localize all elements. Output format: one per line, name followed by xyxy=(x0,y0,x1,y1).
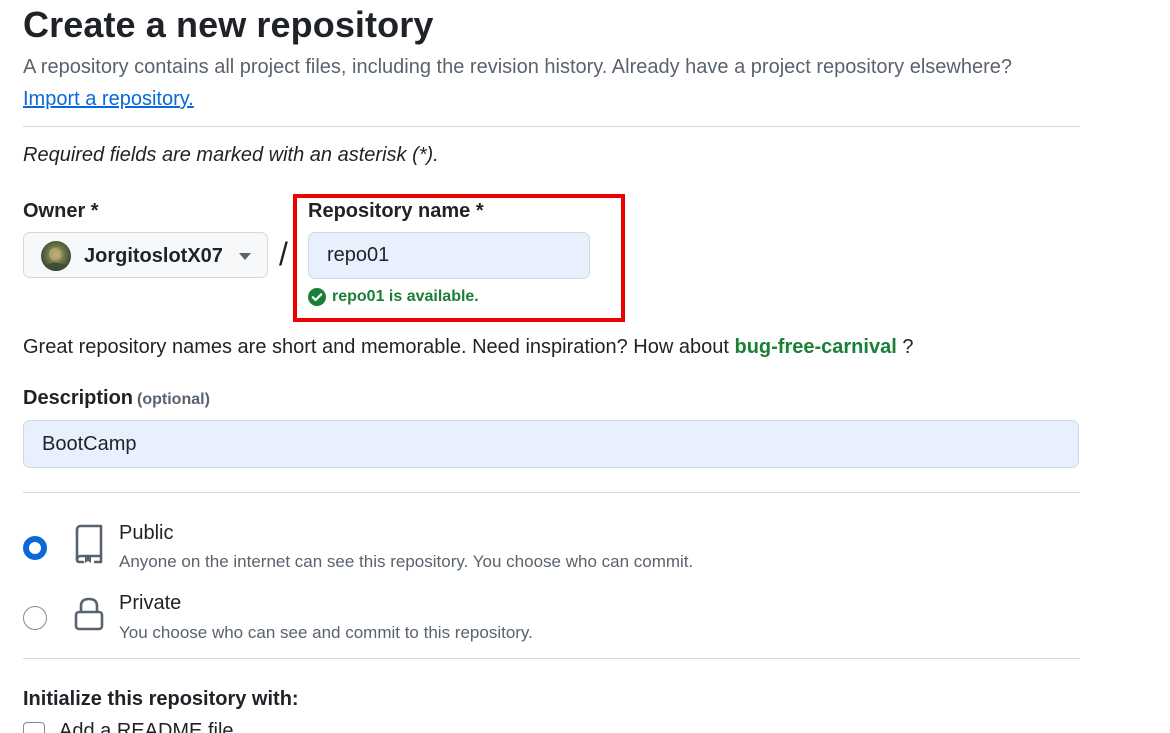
avatar xyxy=(41,241,71,271)
description-label: Description (optional) xyxy=(23,387,210,410)
page-title: Create a new repository xyxy=(23,4,434,45)
create-repository-page: Create a new repository A repository con… xyxy=(0,0,1170,733)
divider xyxy=(23,126,1080,127)
repo-icon xyxy=(72,524,106,564)
optional-tag: (optional) xyxy=(137,391,210,408)
description-input[interactable] xyxy=(23,420,1079,468)
public-description: Anyone on the internet can see this repo… xyxy=(119,552,694,571)
divider xyxy=(23,492,1080,493)
name-hint-suffix: ? xyxy=(902,336,914,358)
availability-text: repo01 is available. xyxy=(332,288,479,305)
required-fields-note: Required fields are marked with an aster… xyxy=(23,144,439,166)
description-label-text: Description xyxy=(23,387,134,409)
owner-repo-separator: / xyxy=(279,236,288,272)
readme-label: Add a README file xyxy=(59,720,234,733)
name-suggestion-link[interactable]: bug-free-carnival xyxy=(734,336,896,358)
divider xyxy=(23,658,1080,659)
page-subtitle: A repository contains all project files,… xyxy=(23,56,1013,78)
name-inspiration-hint: Great repository names are short and mem… xyxy=(23,336,913,359)
chevron-down-icon xyxy=(239,253,251,260)
availability-message: repo01 is available. xyxy=(308,288,479,306)
private-radio[interactable] xyxy=(23,606,47,630)
import-repository-link[interactable]: Import a repository. xyxy=(23,88,194,111)
public-radio[interactable] xyxy=(23,536,47,560)
owner-name: JorgitoslotX07 xyxy=(84,245,223,267)
private-description: You choose who can see and commit to thi… xyxy=(119,623,533,642)
check-circle-icon xyxy=(308,288,326,306)
owner-label: Owner * xyxy=(23,200,99,222)
private-title: Private xyxy=(119,592,182,614)
readme-checkbox[interactable] xyxy=(23,722,45,733)
repository-name-label: Repository name * xyxy=(308,200,484,222)
public-title: Public xyxy=(119,522,174,544)
lock-icon xyxy=(72,595,106,635)
initialize-title: Initialize this repository with: xyxy=(23,688,299,710)
repository-name-input[interactable] xyxy=(308,232,590,279)
owner-select[interactable]: JorgitoslotX07 xyxy=(23,232,268,278)
name-hint-text: Great repository names are short and mem… xyxy=(23,336,729,358)
